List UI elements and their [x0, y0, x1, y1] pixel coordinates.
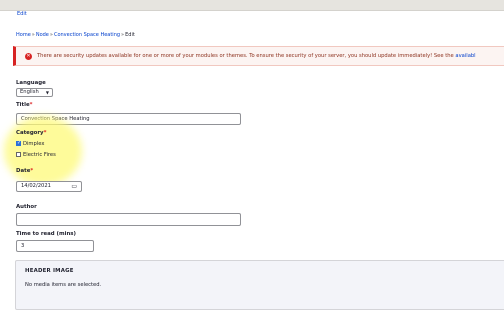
breadcrumb: Home»Node»Convection Space Heating»Edit [16, 32, 135, 38]
header-image-empty-text: No media items are selected. [25, 282, 102, 288]
language-label: Language [16, 80, 46, 86]
security-alert: ✕ There are security updates available f… [13, 46, 504, 66]
time-to-read-input[interactable]: 3 [16, 240, 94, 252]
checkbox-checked[interactable] [16, 140, 21, 146]
alert-message: There are security updates available for… [37, 53, 476, 59]
category-label: Category* [16, 130, 47, 136]
error-icon: ✕ [25, 53, 32, 60]
time-to-read-label: Time to read (mins) [16, 231, 76, 237]
breadcrumb-current: Edit [125, 32, 135, 38]
header-image-title: HEADER IMAGE [25, 268, 74, 274]
date-input[interactable]: 14/02/2021 ▭ [16, 181, 82, 192]
author-label: Author [16, 204, 37, 210]
category-option-electric-fires[interactable]: Electric Fires [16, 152, 56, 158]
top-tab-bar [0, 0, 504, 11]
author-input[interactable] [16, 213, 241, 226]
dropdown-arrow-icon: ▼ [45, 90, 49, 95]
alert-link[interactable]: availabl [455, 53, 475, 59]
header-image-fieldset: HEADER IMAGE No media items are selected… [15, 260, 504, 310]
highlight-marker [4, 116, 82, 186]
title-label: Title* [16, 102, 33, 108]
breadcrumb-node-link[interactable]: Node [36, 32, 49, 38]
breadcrumb-home-link[interactable]: Home [16, 32, 31, 38]
calendar-icon[interactable]: ▭ [71, 182, 77, 191]
breadcrumb-page-link[interactable]: Convection Space Heating [54, 32, 120, 38]
date-label: Date* [16, 168, 34, 174]
language-select[interactable]: English ▼ [16, 88, 53, 97]
tab-edit[interactable]: Edit [17, 11, 27, 17]
category-option-dimplex[interactable]: Dimplex [16, 140, 44, 147]
checkbox-unchecked[interactable] [16, 152, 21, 157]
